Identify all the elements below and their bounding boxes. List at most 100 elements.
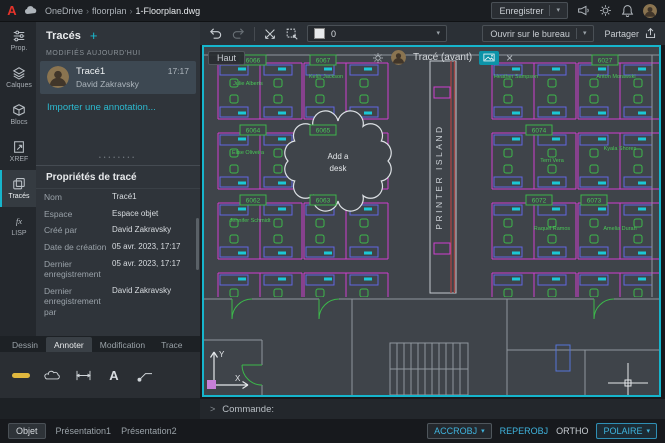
dimension-tool[interactable] — [70, 362, 96, 388]
highlighter-tool[interactable] — [8, 362, 34, 388]
add-trace-button[interactable]: + — [90, 29, 98, 42]
trace-settings-gear-icon[interactable] — [372, 52, 384, 64]
undo-button[interactable] — [208, 26, 223, 41]
left-gap — [0, 398, 200, 419]
room-label: 6062 — [239, 194, 267, 206]
room-label: 6067 — [309, 54, 337, 66]
rail-item-blocks[interactable]: Blocs — [0, 96, 36, 133]
tab-dessin[interactable]: Dessin — [4, 337, 46, 352]
model-tab[interactable]: Objet — [8, 423, 46, 439]
trace-author-avatar — [47, 66, 69, 88]
room-label: 6074 — [525, 124, 553, 136]
import-annotation-link[interactable]: Importer une annotation... — [36, 94, 200, 121]
room-label: 6027 — [591, 54, 619, 66]
trace-name-label: Tracé (avant) — [413, 52, 473, 63]
rail-item-properties[interactable]: Prop. — [0, 22, 36, 59]
toggle-reperobj[interactable]: REPEROBJ — [500, 426, 549, 436]
highlighter-icon — [12, 372, 30, 378]
revision-cloud[interactable]: Add a desk — [284, 110, 392, 212]
share-button[interactable]: Partager — [604, 27, 657, 40]
rail-item-layers[interactable]: Calques — [0, 59, 36, 96]
ucs-icon: Y X — [207, 350, 249, 390]
properties-icon — [12, 29, 26, 43]
occupant-name: Amelia Duran — [603, 226, 636, 232]
rail-item-traces[interactable]: Tracés — [0, 170, 36, 207]
layer-color-swatch — [314, 28, 325, 39]
properties-table: Nom Tracé1 Espace Espace objet Créé par … — [36, 189, 200, 321]
user-avatar[interactable] — [643, 3, 657, 18]
trace-list-item[interactable]: Tracé1 David Zakravsky 17:17 — [40, 61, 196, 94]
property-row: Créé par David Zakravsky — [44, 225, 172, 236]
breadcrumb-folder[interactable]: floorplan — [92, 6, 127, 16]
chevron-down-icon[interactable]: ▾ — [583, 30, 587, 37]
ribbon-tabs: Dessin Annoter Modification Trace — [0, 336, 200, 352]
floorplan-drawing[interactable]: PRINTER ISLAND Add a desk 6066 6067 6064… — [204, 47, 659, 395]
crossing-select-icon[interactable] — [263, 27, 277, 41]
annotate-tools: A — [0, 352, 200, 398]
panel-title: Tracés — [46, 30, 81, 42]
rail-item-lisp[interactable]: fx LISP — [0, 207, 36, 244]
breadcrumb-filename: 1-Floorplan.dwg — [135, 5, 201, 16]
panel-splitter-handle[interactable]: •••••••• — [36, 155, 200, 161]
traces-panel: Tracés + MODIFIÉS AUJOURD'HUI Tracé1 Dav… — [36, 22, 200, 336]
text-tool[interactable]: A — [101, 362, 127, 388]
tab-trace[interactable]: Trace — [153, 337, 190, 352]
chevron-down-icon[interactable]: ▾ — [646, 428, 650, 435]
autocad-logo: A — [7, 3, 17, 18]
layer-value: 0 — [331, 28, 337, 39]
svg-text:6074: 6074 — [532, 128, 547, 135]
room-label: 6063 — [309, 194, 337, 206]
save-button-label: Enregistrer — [499, 5, 544, 16]
occupant-name: Elise Oliveira — [232, 150, 265, 156]
left-nav-rail: Prop. Calques Blocs XREF Tracés fx LISP — [0, 22, 36, 336]
open-on-desktop-button[interactable]: Ouvrir sur le bureau ▾ — [482, 25, 595, 42]
onedrive-cloud-icon — [24, 6, 38, 15]
tab-modification[interactable]: Modification — [92, 337, 153, 352]
walls-layer — [204, 54, 659, 395]
trace-author-avatar — [391, 50, 406, 65]
settings-gear-icon[interactable] — [599, 4, 612, 17]
section-label: MODIFIÉS AUJOURD'HUI — [46, 50, 141, 57]
close-trace-button[interactable]: × — [506, 52, 513, 64]
svg-text:6027: 6027 — [598, 58, 613, 65]
cloud-note-line1: Add a — [328, 152, 349, 161]
command-bar[interactable]: > Commande: — [200, 399, 665, 419]
notifications-bell-icon[interactable] — [621, 4, 634, 17]
redo-button[interactable] — [231, 26, 246, 41]
panel-scrollbar[interactable] — [196, 218, 199, 270]
room-label: 6073 — [580, 194, 608, 206]
trace-toolbar: Tracé (avant) × — [372, 50, 513, 65]
revision-cloud-tool[interactable] — [39, 362, 65, 388]
occupant-name: Anton Morawski — [596, 74, 635, 80]
occupant-name: Julie Alberts — [233, 81, 263, 87]
blocks-icon — [12, 103, 26, 117]
box-select-icon[interactable] — [285, 27, 299, 41]
room-label: 6072 — [525, 194, 553, 206]
svg-text:fx: fx — [16, 216, 22, 226]
top-bar: A OneDrive › floorplan › 1-Floorplan.dwg… — [0, 0, 665, 22]
layout-tab-2[interactable]: Présentation2 — [121, 426, 177, 436]
toggle-ortho[interactable]: ORTHO — [556, 426, 588, 436]
command-prompt[interactable]: Commande: — [222, 404, 274, 415]
insert-image-button[interactable] — [479, 50, 500, 65]
property-row: Nom Tracé1 — [44, 192, 137, 202]
rail-item-xref[interactable]: XREF — [0, 133, 36, 170]
layer-dropdown[interactable]: 0 ▾ — [307, 25, 447, 42]
layout-tab-1[interactable]: Présentation1 — [56, 426, 112, 436]
occupant-name: Kyala Shores — [604, 146, 637, 152]
chevron-down-icon[interactable]: ▾ — [481, 428, 485, 435]
breadcrumb-onedrive[interactable]: OneDrive — [45, 6, 83, 16]
view-label[interactable]: Haut — [208, 51, 246, 65]
drawing-canvas[interactable]: PRINTER ISLAND Add a desk 6066 6067 6064… — [202, 45, 661, 397]
printer-island-label: PRINTER ISLAND — [434, 124, 444, 229]
properties-title: Propriétés de tracé — [36, 165, 200, 189]
toggle-polaire[interactable]: POLAIRE ▾ — [596, 423, 657, 439]
chevron-down-icon[interactable]: ▾ — [556, 7, 560, 14]
ucs-x-label: X — [235, 374, 241, 383]
trace-name: Tracé1 — [76, 66, 106, 77]
tab-annoter[interactable]: Annoter — [45, 337, 92, 352]
leader-tool[interactable] — [132, 362, 158, 388]
feedback-megaphone-icon[interactable] — [577, 4, 590, 17]
save-button[interactable]: Enregistrer ▾ — [491, 2, 568, 19]
toggle-accrobj[interactable]: ACCROBJ ▾ — [427, 423, 492, 439]
